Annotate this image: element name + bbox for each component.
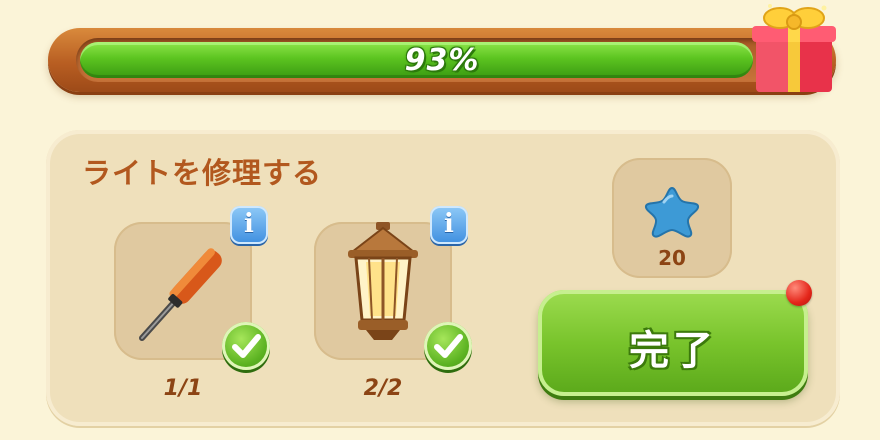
info-button-screwdriver[interactable]: i [230,206,268,244]
progress-percent-label: 93% [404,43,480,78]
gift-box-icon[interactable] [748,0,840,96]
blue-star-icon [644,186,700,238]
check-icon [222,322,270,370]
reward-amount: 20 [658,246,686,270]
complete-button-label: 完了 [629,328,717,374]
complete-button[interactable]: 完了 [538,290,808,396]
check-icon [424,322,472,370]
progress-bar-frame: 93% [48,28,836,92]
info-button-lantern[interactable]: i [430,206,468,244]
reward-slot: 20 [612,158,732,278]
item-count-lantern: 2/2 [363,376,403,401]
task-title: ライトを修理する [82,156,323,190]
progress-track: 93% [76,38,808,82]
info-icon: i [444,209,454,239]
info-icon: i [244,209,254,239]
item-count-screwdriver: 1/1 [163,376,203,401]
notification-dot [786,280,812,306]
